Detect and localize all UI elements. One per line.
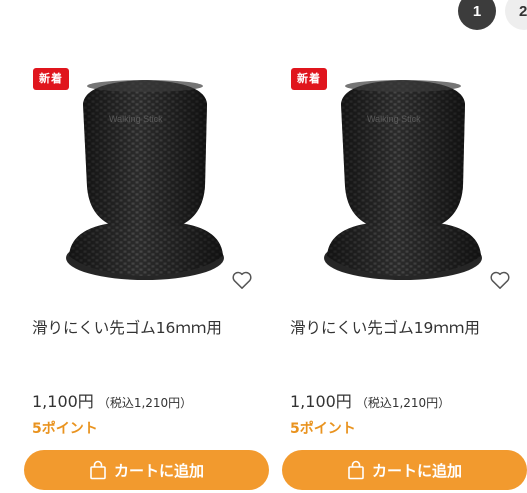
price: 1,100円 <box>32 392 94 411</box>
product-card: Walking Stick 新着 滑りにくい先ゴム19ｍｍ用 1,100円 （税込… <box>282 56 527 493</box>
product-image: Walking Stick <box>66 80 224 280</box>
product-image-link[interactable]: Walking Stick 新着 <box>24 56 269 296</box>
page-1-button[interactable]: 1 <box>458 0 496 30</box>
pagination: 1 2 <box>0 0 527 32</box>
product-image: Walking Stick <box>324 80 482 280</box>
heart-icon <box>232 271 252 289</box>
favorite-button[interactable] <box>231 270 253 290</box>
heart-icon <box>490 271 510 289</box>
shopping-bag-icon <box>89 460 107 480</box>
add-to-cart-button[interactable]: カートに追加 <box>282 450 527 490</box>
product-image-link[interactable]: Walking Stick 新着 <box>282 56 527 296</box>
product-title[interactable]: 滑りにくい先ゴム19ｍｍ用 <box>290 316 525 338</box>
add-to-cart-label: カートに追加 <box>371 461 462 480</box>
product-image-text: Walking Stick <box>109 114 163 124</box>
points: 5ポイント <box>32 421 98 437</box>
add-to-cart-button[interactable]: カートに追加 <box>24 450 269 490</box>
tax-included-price: （税込1,210円） <box>355 396 451 410</box>
add-to-cart-label: カートに追加 <box>113 461 204 480</box>
tax-included-price: （税込1,210円） <box>97 396 193 410</box>
page-2-button[interactable]: 2 <box>505 0 527 30</box>
product-image-text: Walking Stick <box>367 114 421 124</box>
product-card: Walking Stick 新着 滑りにくい先ゴム16ｍｍ用 1,100円 （税込… <box>24 56 269 493</box>
points: 5ポイント <box>290 421 356 437</box>
price-row: 1,100円 （税込1,210円） <box>32 388 192 412</box>
price: 1,100円 <box>290 392 352 411</box>
new-badge: 新着 <box>33 68 69 90</box>
new-badge: 新着 <box>291 68 327 90</box>
price-row: 1,100円 （税込1,210円） <box>290 388 450 412</box>
product-title[interactable]: 滑りにくい先ゴム16ｍｍ用 <box>32 316 267 338</box>
favorite-button[interactable] <box>489 270 511 290</box>
shopping-bag-icon <box>347 460 365 480</box>
